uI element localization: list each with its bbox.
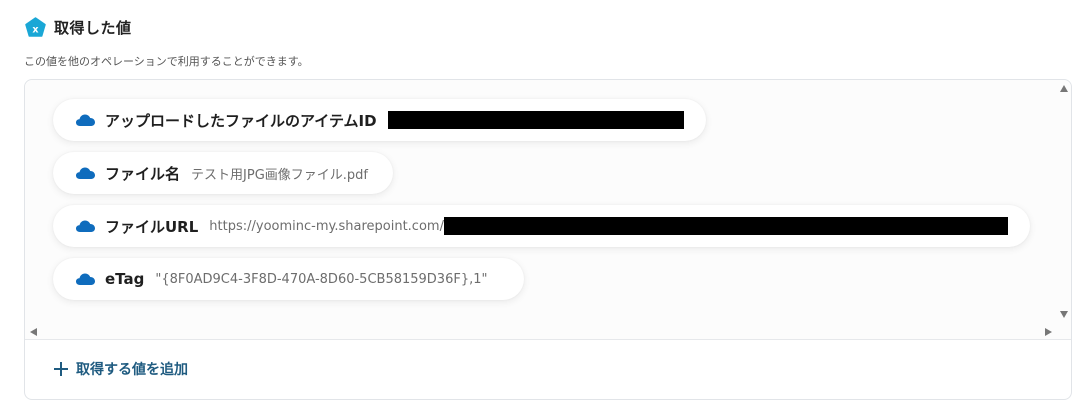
x-pentagon-icon: x: [25, 17, 46, 37]
onedrive-cloud-icon: [76, 220, 95, 232]
vertical-scrollbar[interactable]: [1057, 80, 1071, 326]
redacted-value: [443, 217, 1008, 235]
value-chip-file-url[interactable]: ファイルURL https://yoominc-my.sharepoint.co…: [53, 205, 1030, 247]
section-header: x 取得した値: [25, 17, 132, 38]
value-chip-item-id[interactable]: アップロードしたファイルのアイテムID: [53, 99, 706, 141]
value-chip-etag[interactable]: eTag "{8F0AD9C4-3F8D-470A-8D60-5CB58159D…: [53, 258, 524, 300]
value-label: ファイル名: [105, 164, 181, 183]
divider: [25, 339, 1071, 340]
svg-text:x: x: [32, 24, 38, 35]
onedrive-cloud-icon: [76, 273, 95, 285]
onedrive-cloud-icon: [76, 167, 95, 179]
value-text: テスト用JPG画像ファイル.pdf: [191, 167, 368, 183]
value-label: eTag: [105, 270, 145, 288]
scroll-right-icon[interactable]: [1045, 328, 1052, 336]
values-panel: アップロードしたファイルのアイテムID ファイル名 テスト用JPG画像ファイル.…: [24, 79, 1072, 400]
value-label: アップロードしたファイルのアイテムID: [105, 111, 377, 130]
scroll-down-icon[interactable]: [1060, 311, 1068, 318]
value-text: https://yoominc-my.sharepoint.com/: [209, 218, 444, 234]
plus-icon: [54, 362, 68, 376]
value-text: "{8F0AD9C4-3F8D-470A-8D60-5CB58159D36F},…: [155, 271, 488, 287]
add-value-button[interactable]: 取得する値を追加: [54, 359, 188, 379]
scroll-up-icon[interactable]: [1060, 85, 1068, 92]
add-value-label: 取得する値を追加: [76, 362, 188, 378]
horizontal-scrollbar[interactable]: [25, 326, 1057, 339]
value-label: ファイルURL: [105, 217, 199, 236]
onedrive-cloud-icon: [76, 114, 95, 126]
scroll-left-icon[interactable]: [30, 328, 37, 336]
values-scroll-area[interactable]: アップロードしたファイルのアイテムID ファイル名 テスト用JPG画像ファイル.…: [25, 80, 1071, 339]
section-description: この値を他のオペレーションで利用することができます。: [24, 55, 309, 68]
section-title: 取得した値: [54, 19, 132, 37]
redacted-value: [387, 111, 684, 129]
value-chip-file-name[interactable]: ファイル名 テスト用JPG画像ファイル.pdf: [53, 152, 393, 194]
